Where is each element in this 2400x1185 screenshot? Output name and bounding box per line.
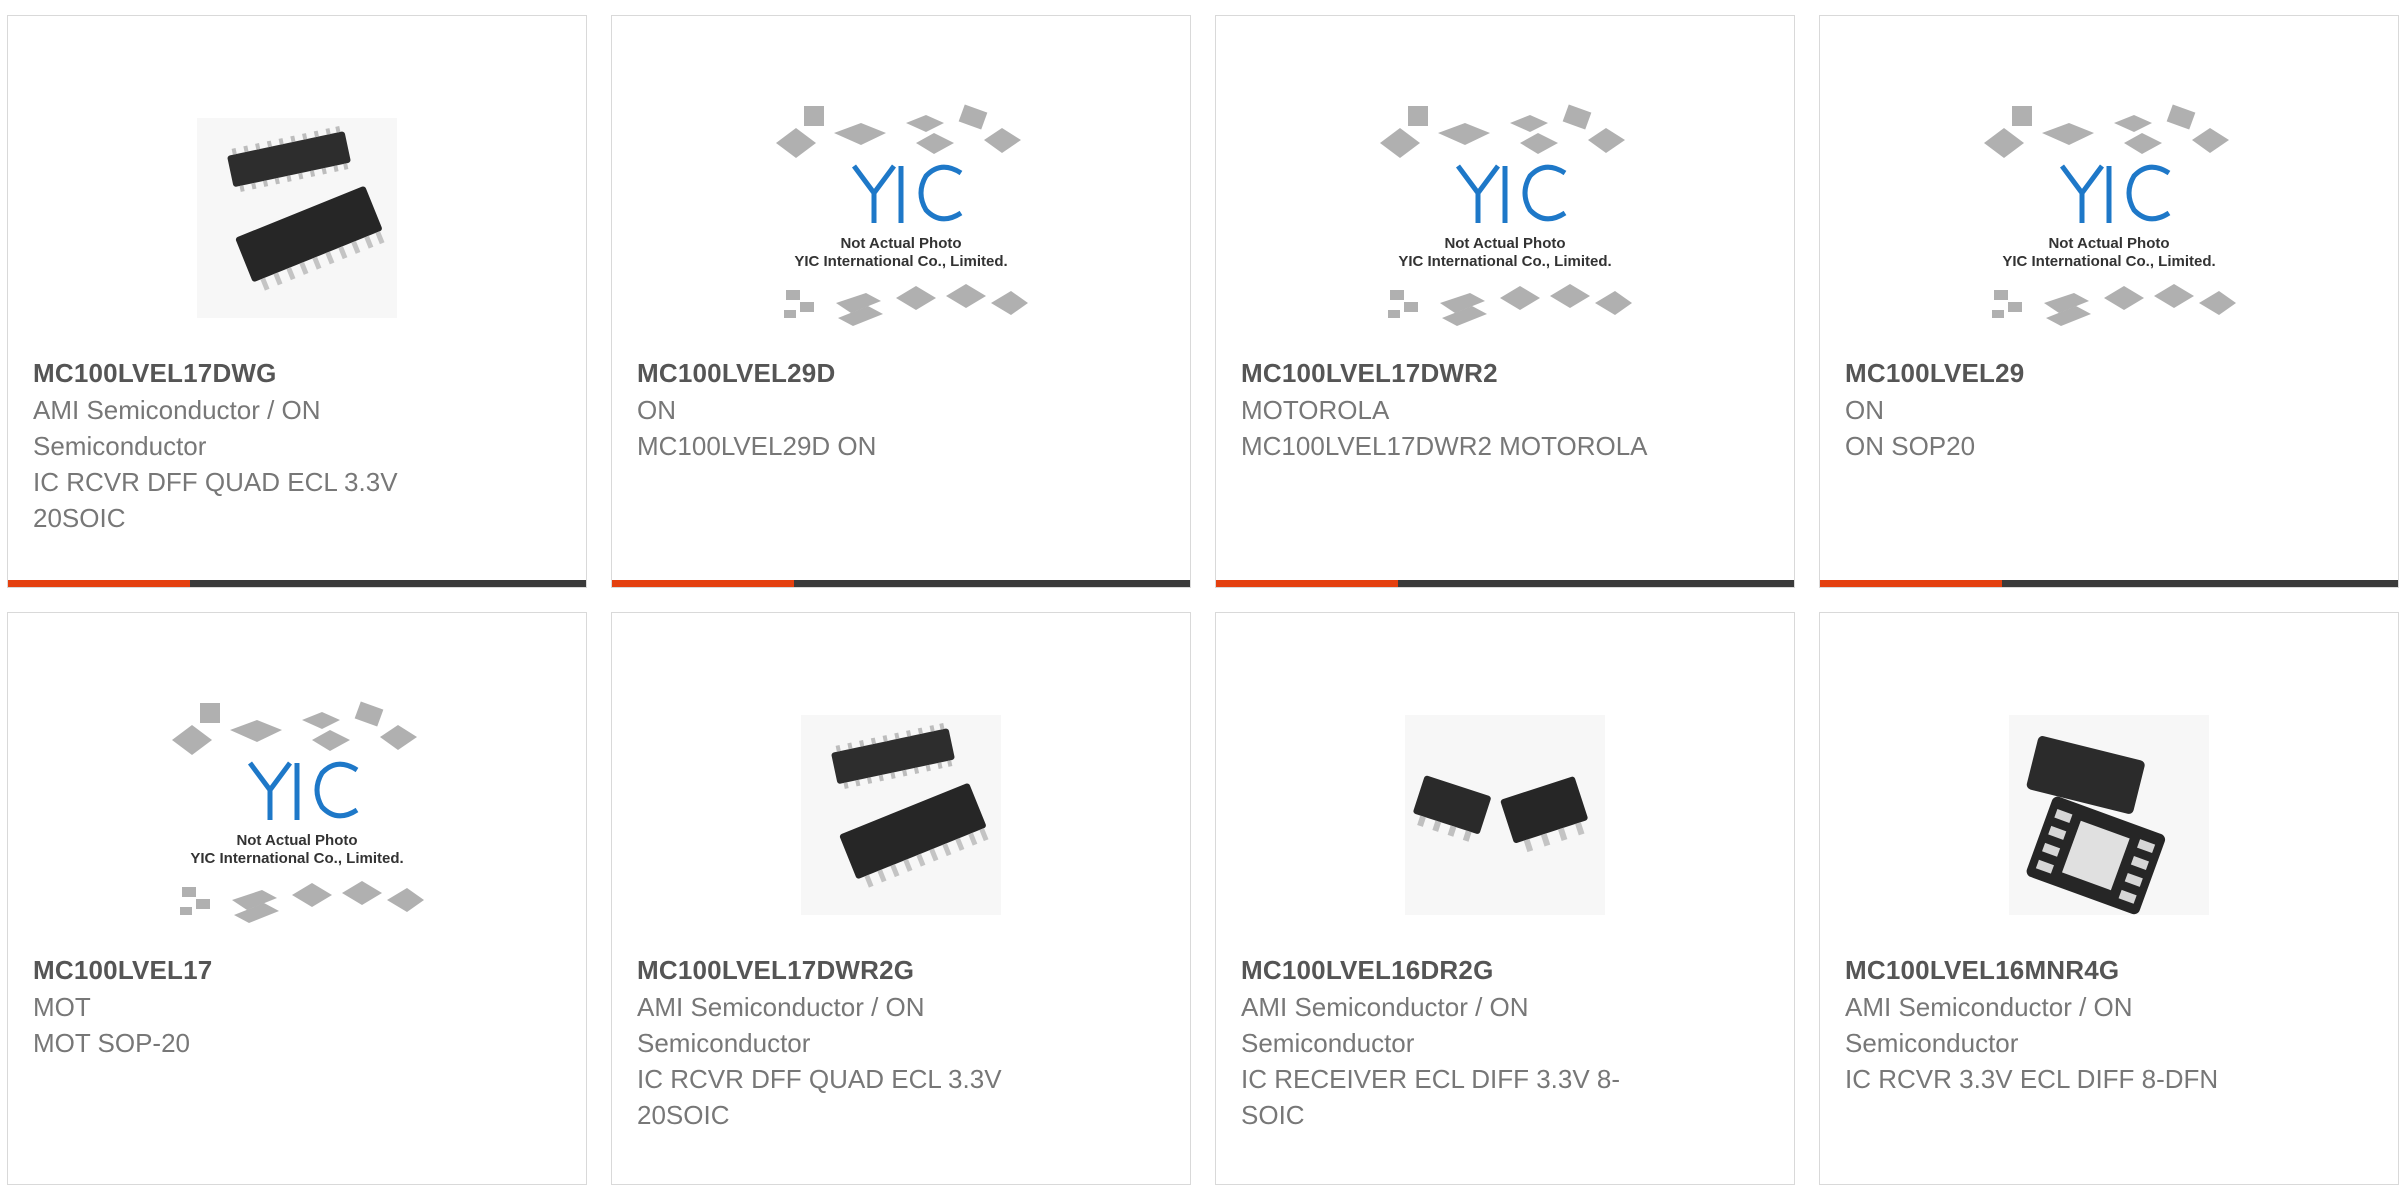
part-number-link[interactable]: MC100LVEL17DWR2 xyxy=(1241,354,1674,392)
yic-placeholder-image: Not Actual Photo YIC International Co., … xyxy=(776,104,1028,326)
part-number-link[interactable]: MC100LVEL17DWR2G xyxy=(637,951,1070,989)
card-bottom-bar xyxy=(8,580,586,587)
card-accent-bar xyxy=(612,580,794,587)
placeholder-caption-line1: Not Actual Photo xyxy=(2048,235,2169,252)
manufacturer: AMI Semiconductor / ON Semiconductor xyxy=(33,395,321,461)
card-bottom-bar xyxy=(1216,580,1794,587)
description: MOT SOP-20 xyxy=(33,1028,191,1058)
placeholder-caption-line1: Not Actual Photo xyxy=(236,832,357,849)
product-info: MC100LVEL17DWR2 MOTOROLA MC100LVEL17DWR2… xyxy=(1241,354,1674,464)
manufacturer: AMI Semiconductor / ON Semiconductor xyxy=(1845,992,2133,1058)
description: IC RCVR DFF QUAD ECL 3.3V 20SOIC xyxy=(637,1064,1002,1130)
placeholder-caption-line2: YIC International Co., Limited. xyxy=(794,253,1007,270)
card-accent-bar xyxy=(1216,580,1398,587)
product-info: MC100LVEL29 ON ON SOP20 xyxy=(1845,354,2278,464)
placeholder-caption-line2: YIC International Co., Limited. xyxy=(1398,253,1611,270)
part-number-link[interactable]: MC100LVEL16MNR4G xyxy=(1845,951,2278,989)
product-card[interactable]: MC100LVEL17DWG AMI Semiconductor / ON Se… xyxy=(7,15,587,588)
manufacturer: AMI Semiconductor / ON Semiconductor xyxy=(1241,992,1529,1058)
yic-logo-icon xyxy=(2059,164,2171,223)
part-number-link[interactable]: MC100LVEL16DR2G xyxy=(1241,951,1674,989)
description: IC RECEIVER ECL DIFF 3.3V 8-SOIC xyxy=(1241,1064,1621,1130)
yic-logo-icon xyxy=(1455,164,1567,223)
product-info: MC100LVEL17DWR2G AMI Semiconductor / ON … xyxy=(637,951,1070,1133)
description: IC RCVR 3.3V ECL DIFF 8-DFN xyxy=(1845,1064,2219,1094)
product-info: MC100LVEL17 MOT MOT SOP-20 xyxy=(33,951,466,1061)
product-card[interactable]: MC100LVEL17DWR2G AMI Semiconductor / ON … xyxy=(611,612,1191,1185)
chip-photo[interactable]: Not Actual Photo YIC International Co., … xyxy=(1974,83,2244,353)
description: MC100LVEL29D ON xyxy=(637,431,877,461)
product-info: MC100LVEL17DWG AMI Semiconductor / ON Se… xyxy=(33,354,466,536)
part-number-link[interactable]: MC100LVEL17 xyxy=(33,951,466,989)
card-accent-bar xyxy=(8,580,190,587)
product-info: MC100LVEL16DR2G AMI Semiconductor / ON S… xyxy=(1241,951,1674,1133)
product-card[interactable]: Not Actual Photo YIC International Co., … xyxy=(611,15,1191,588)
chip-photo[interactable]: Not Actual Photo YIC International Co., … xyxy=(162,680,432,950)
chip-photo[interactable]: Not Actual Photo YIC International Co., … xyxy=(1370,83,1640,353)
card-bottom-bar xyxy=(1820,580,2398,587)
card-accent-bar xyxy=(1820,580,2002,587)
soic-8-chip-photo xyxy=(1405,715,1605,915)
product-info: MC100LVEL29D ON MC100LVEL29D ON xyxy=(637,354,1070,464)
product-grid: MC100LVEL17DWG AMI Semiconductor / ON Se… xyxy=(7,15,2399,1185)
part-number-link[interactable]: MC100LVEL29D xyxy=(637,354,1070,392)
placeholder-caption-line1: Not Actual Photo xyxy=(840,235,961,252)
manufacturer: MOT xyxy=(33,992,91,1022)
description: ON SOP20 xyxy=(1845,431,1976,461)
yic-placeholder-image: Not Actual Photo YIC International Co., … xyxy=(1984,104,2236,326)
description: MC100LVEL17DWR2 MOTOROLA xyxy=(1241,431,1648,461)
chip-photo[interactable] xyxy=(162,83,432,353)
product-card[interactable]: Not Actual Photo YIC International Co., … xyxy=(7,612,587,1185)
product-card[interactable]: Not Actual Photo YIC International Co., … xyxy=(1215,15,1795,588)
yic-placeholder-image: Not Actual Photo YIC International Co., … xyxy=(172,701,424,923)
chip-photo[interactable] xyxy=(766,680,1036,950)
product-card[interactable]: MC100LVEL16DR2G AMI Semiconductor / ON S… xyxy=(1215,612,1795,1185)
chip-photo[interactable]: Not Actual Photo YIC International Co., … xyxy=(766,83,1036,353)
placeholder-caption-line2: YIC International Co., Limited. xyxy=(2002,253,2215,270)
manufacturer: AMI Semiconductor / ON Semiconductor xyxy=(637,992,925,1058)
yic-logo-icon xyxy=(247,761,359,820)
part-number-link[interactable]: MC100LVEL29 xyxy=(1845,354,2278,392)
card-bottom-bar xyxy=(612,580,1190,587)
part-number-link[interactable]: MC100LVEL17DWG xyxy=(33,354,466,392)
product-info: MC100LVEL16MNR4G AMI Semiconductor / ON … xyxy=(1845,951,2278,1097)
manufacturer: MOTOROLA xyxy=(1241,395,1390,425)
description: IC RCVR DFF QUAD ECL 3.3V 20SOIC xyxy=(33,467,398,533)
yic-logo-icon xyxy=(851,164,963,223)
placeholder-caption-line1: Not Actual Photo xyxy=(1444,235,1565,252)
yic-placeholder-image: Not Actual Photo YIC International Co., … xyxy=(1380,104,1632,326)
product-card[interactable]: MC100LVEL16MNR4G AMI Semiconductor / ON … xyxy=(1819,612,2399,1185)
chip-photo[interactable] xyxy=(1974,680,2244,950)
chip-photo[interactable] xyxy=(1370,680,1640,950)
placeholder-caption-line2: YIC International Co., Limited. xyxy=(190,850,403,867)
manufacturer: ON xyxy=(1845,395,1884,425)
soic-20-chip-photo xyxy=(197,118,397,318)
dfn-8-chip-photo xyxy=(2009,715,2209,915)
manufacturer: ON xyxy=(637,395,676,425)
product-card[interactable]: Not Actual Photo YIC International Co., … xyxy=(1819,15,2399,588)
soic-20-chip-photo xyxy=(801,715,1001,915)
